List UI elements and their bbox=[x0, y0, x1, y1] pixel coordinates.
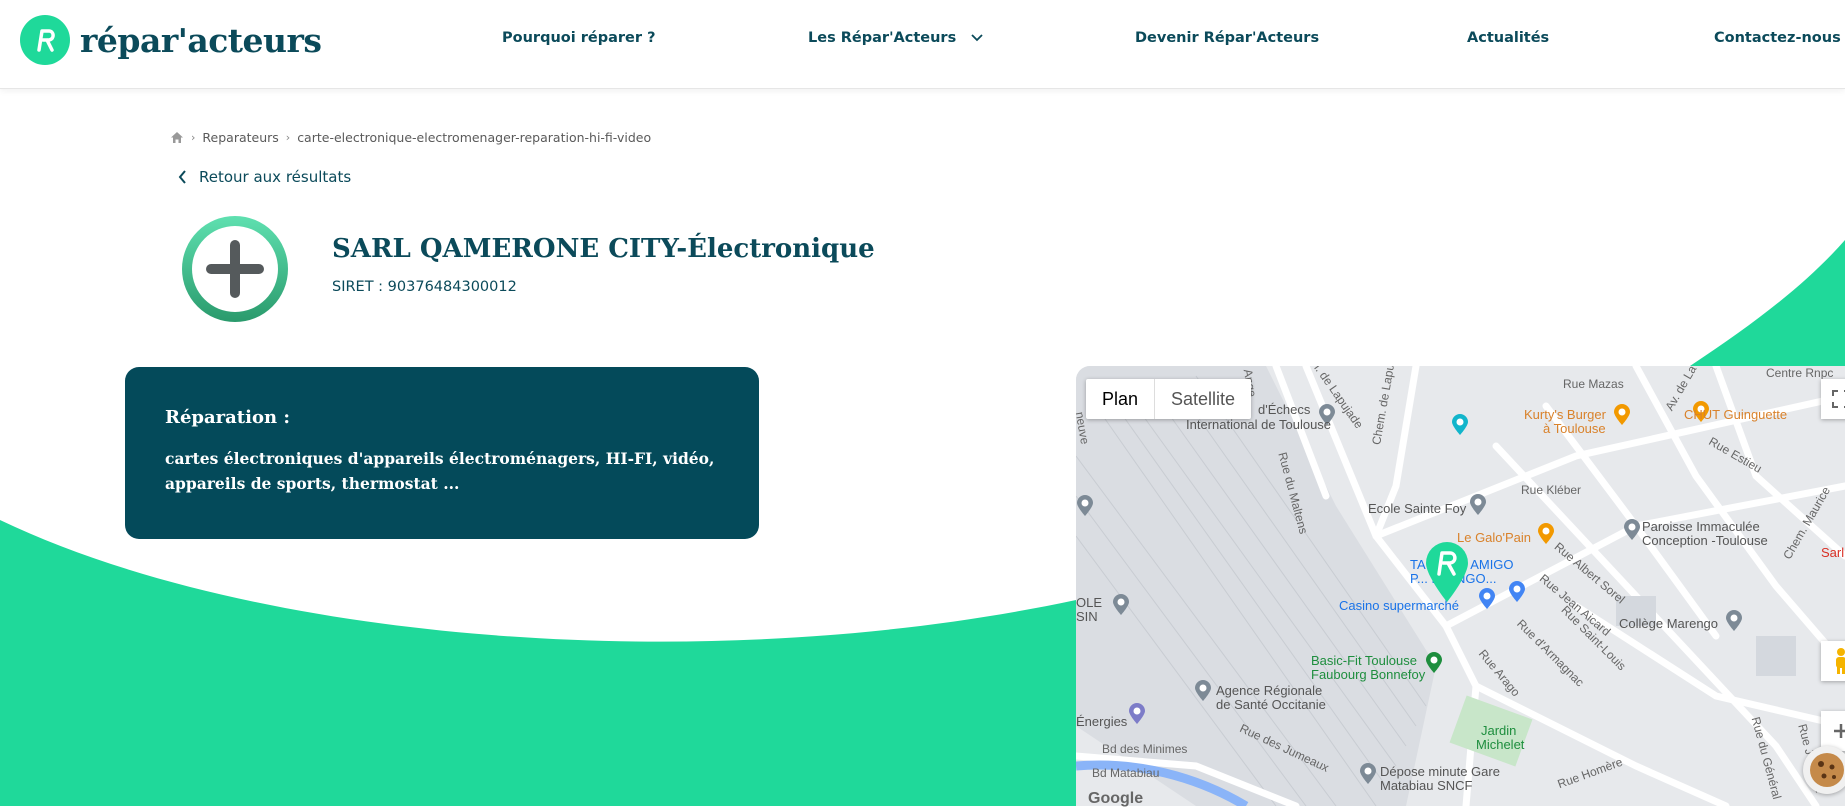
map-label: Conception -Toulouse bbox=[1642, 533, 1768, 548]
logo-text: répar'acteurs bbox=[80, 20, 322, 60]
map-satellite-button[interactable]: Satellite bbox=[1154, 379, 1251, 419]
nav-devenir-reparacteurs[interactable]: Devenir Répar'Acteurs bbox=[1135, 30, 1319, 46]
map-label: Ecole Sainte Foy bbox=[1368, 501, 1467, 516]
map-label: Kurty's Burger bbox=[1524, 407, 1606, 422]
site-header: répar'acteurs Pourquoi réparer ? Les Rép… bbox=[0, 0, 1845, 89]
map-poi-pin-icon[interactable] bbox=[1112, 594, 1130, 616]
gym-pin-icon[interactable] bbox=[1425, 652, 1443, 674]
home-icon[interactable] bbox=[170, 131, 184, 144]
map-label: Dépose minute Gare bbox=[1380, 764, 1500, 779]
map-label: Bd Matabiau bbox=[1092, 766, 1160, 780]
nav-les-reparacteurs[interactable]: Les Répar'Acteurs bbox=[808, 30, 983, 46]
map-label: Michelet bbox=[1476, 737, 1525, 752]
restaurant-pin-icon[interactable] bbox=[1613, 404, 1631, 426]
breadcrumb-reparateurs[interactable]: Reparateurs bbox=[202, 130, 278, 145]
repairer-plus-icon bbox=[182, 216, 288, 322]
breadcrumb-current: carte-electronique-electromenager-repara… bbox=[297, 130, 652, 145]
fullscreen-icon[interactable] bbox=[1821, 379, 1845, 419]
back-to-results-link[interactable]: Retour aux résultats bbox=[178, 168, 351, 186]
nav-actualites[interactable]: Actualités bbox=[1467, 30, 1549, 46]
site-logo[interactable]: répar'acteurs bbox=[20, 15, 322, 65]
map-poi-pin-icon[interactable] bbox=[1359, 763, 1377, 785]
nav-les-reparacteurs-label: Les Répar'Acteurs bbox=[808, 30, 957, 46]
map-label: Rue Kléber bbox=[1521, 483, 1582, 497]
map-poi-pin-icon[interactable] bbox=[1194, 680, 1212, 702]
map-label: Jardin bbox=[1481, 723, 1517, 738]
map-poi-pin-icon[interactable] bbox=[1128, 703, 1146, 725]
zoom-in-icon[interactable] bbox=[1821, 711, 1845, 751]
company-siret: SIRET : 90376484300012 bbox=[332, 279, 517, 295]
nav-contactez-nous[interactable]: Contactez-nous bbox=[1714, 30, 1841, 46]
breadcrumb-separator-icon: › bbox=[285, 131, 291, 144]
map-poi-pin-icon[interactable] bbox=[1451, 414, 1469, 436]
map-label: d'Échecs bbox=[1258, 402, 1311, 417]
map-label: Bd des Minimes bbox=[1102, 742, 1188, 756]
map-poi-pin-icon[interactable] bbox=[1076, 495, 1094, 517]
breadcrumb-separator-icon: › bbox=[191, 131, 196, 144]
map-label: Collège Marengo bbox=[1619, 616, 1719, 631]
nav-pourquoi-reparer[interactable]: Pourquoi réparer ? bbox=[502, 30, 656, 46]
map-label: à Toulouse bbox=[1543, 421, 1606, 436]
map-label: Faubourg Bonnefoy bbox=[1311, 667, 1426, 682]
restaurant-pin-icon[interactable] bbox=[1537, 523, 1555, 545]
map-label: CHUT Guinguette bbox=[1684, 407, 1788, 422]
logo-r-icon bbox=[20, 15, 70, 65]
map-label: Paroisse Immaculée bbox=[1642, 519, 1760, 534]
school-pin-icon[interactable] bbox=[1725, 610, 1743, 632]
church-pin-icon[interactable] bbox=[1623, 519, 1641, 541]
school-pin-icon[interactable] bbox=[1469, 494, 1487, 516]
map-label: OLE bbox=[1076, 595, 1103, 610]
map-label: Matabiau SNCF bbox=[1380, 778, 1473, 793]
back-label: Retour aux résultats bbox=[199, 168, 352, 186]
google-logo: Google bbox=[1088, 790, 1144, 807]
chevron-down-icon bbox=[971, 34, 983, 42]
map-label: Énergies bbox=[1076, 714, 1128, 729]
map-label: Agence Régionale bbox=[1216, 683, 1323, 698]
map-label: Rue Mazas bbox=[1563, 377, 1624, 391]
company-name: SARL QAMERONE CITY-Électronique bbox=[332, 234, 875, 264]
map-type-toggle: Plan Satellite bbox=[1086, 379, 1252, 419]
shopping-pin-icon[interactable] bbox=[1478, 588, 1496, 610]
map-label: SIN bbox=[1076, 609, 1098, 624]
map-label: International de Toulouse bbox=[1186, 417, 1332, 432]
map-label: Basic-Fit Toulouse bbox=[1311, 653, 1417, 668]
map-plan-button[interactable]: Plan bbox=[1086, 379, 1154, 419]
repair-card-text: cartes électroniques d'appareils électro… bbox=[165, 449, 715, 493]
map-label: Centre Rnpc bbox=[1766, 366, 1834, 380]
street-view-pegman-icon[interactable] bbox=[1821, 641, 1845, 681]
map-label: de Santé Occitanie bbox=[1216, 697, 1326, 712]
repairer-location-marker-icon[interactable] bbox=[1424, 540, 1470, 604]
shopping-pin-icon[interactable] bbox=[1508, 581, 1526, 603]
breadcrumb: › Reparateurs › carte-electronique-elect… bbox=[170, 130, 651, 145]
map-label: Sarl bbox=[1821, 545, 1845, 560]
cookie-icon[interactable] bbox=[1803, 746, 1845, 794]
repair-card: Réparation : cartes électroniques d'appa… bbox=[125, 367, 759, 539]
repair-card-title: Réparation : bbox=[165, 407, 290, 428]
chevron-left-icon bbox=[178, 170, 186, 184]
